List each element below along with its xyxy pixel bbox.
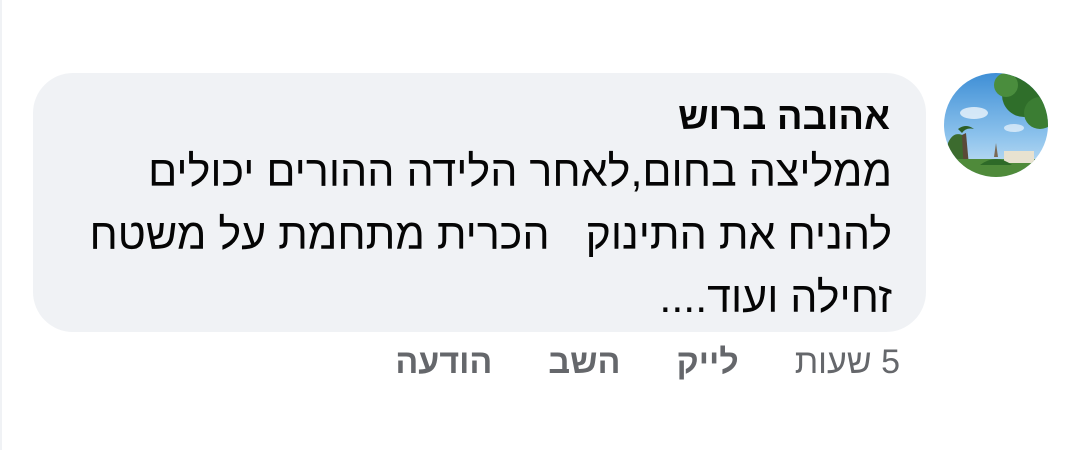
like-button[interactable]: לייק (676, 343, 738, 382)
comment-timestamp[interactable]: 5 שעות (795, 343, 900, 382)
comment-bubble: אהובה ברוש ממליצה בחום,לאחר הלידה ההורים… (33, 73, 926, 332)
comment-actions: 5 שעות לייק השב הודעה (360, 337, 900, 387)
message-button[interactable]: הודעה (395, 343, 492, 382)
reply-button[interactable]: השב (548, 343, 620, 382)
profile-photo-icon (944, 73, 1048, 177)
left-divider (0, 0, 2, 450)
avatar[interactable] (944, 73, 1048, 177)
comment-author[interactable]: אהובה ברוש (73, 95, 892, 139)
comment-text: ממליצה בחום,לאחר הלידה ההורים יכולים להנ… (77, 148, 892, 322)
comment-view: אהובה ברוש ממליצה בחום,לאחר הלידה ההורים… (0, 0, 1080, 450)
